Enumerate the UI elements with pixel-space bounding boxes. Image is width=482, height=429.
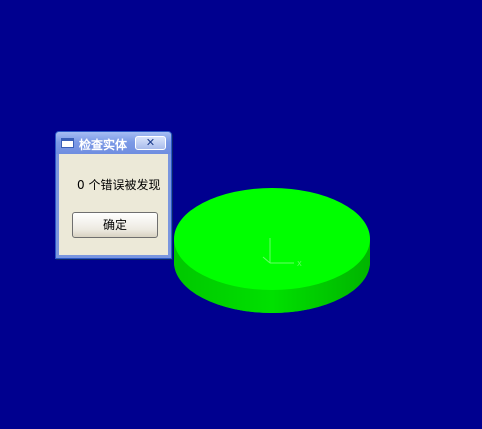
window-icon xyxy=(61,138,74,148)
close-button[interactable]: ✕ xyxy=(135,136,166,150)
result-message: 0 个错误被发现 xyxy=(77,178,161,192)
dialog-title: 检查实体 xyxy=(79,138,128,152)
dialog-titlebar[interactable]: 检查实体 ✕ xyxy=(56,132,171,154)
dialog-body: 0 个错误被发现 确定 xyxy=(59,154,168,255)
cylinder-solid[interactable] xyxy=(174,188,370,313)
ok-button[interactable]: 确定 xyxy=(72,212,158,238)
check-entity-dialog: 检查实体 ✕ 0 个错误被发现 确定 xyxy=(55,131,172,259)
cylinder-top-face xyxy=(174,188,370,290)
axis-label-x: X xyxy=(297,260,302,268)
